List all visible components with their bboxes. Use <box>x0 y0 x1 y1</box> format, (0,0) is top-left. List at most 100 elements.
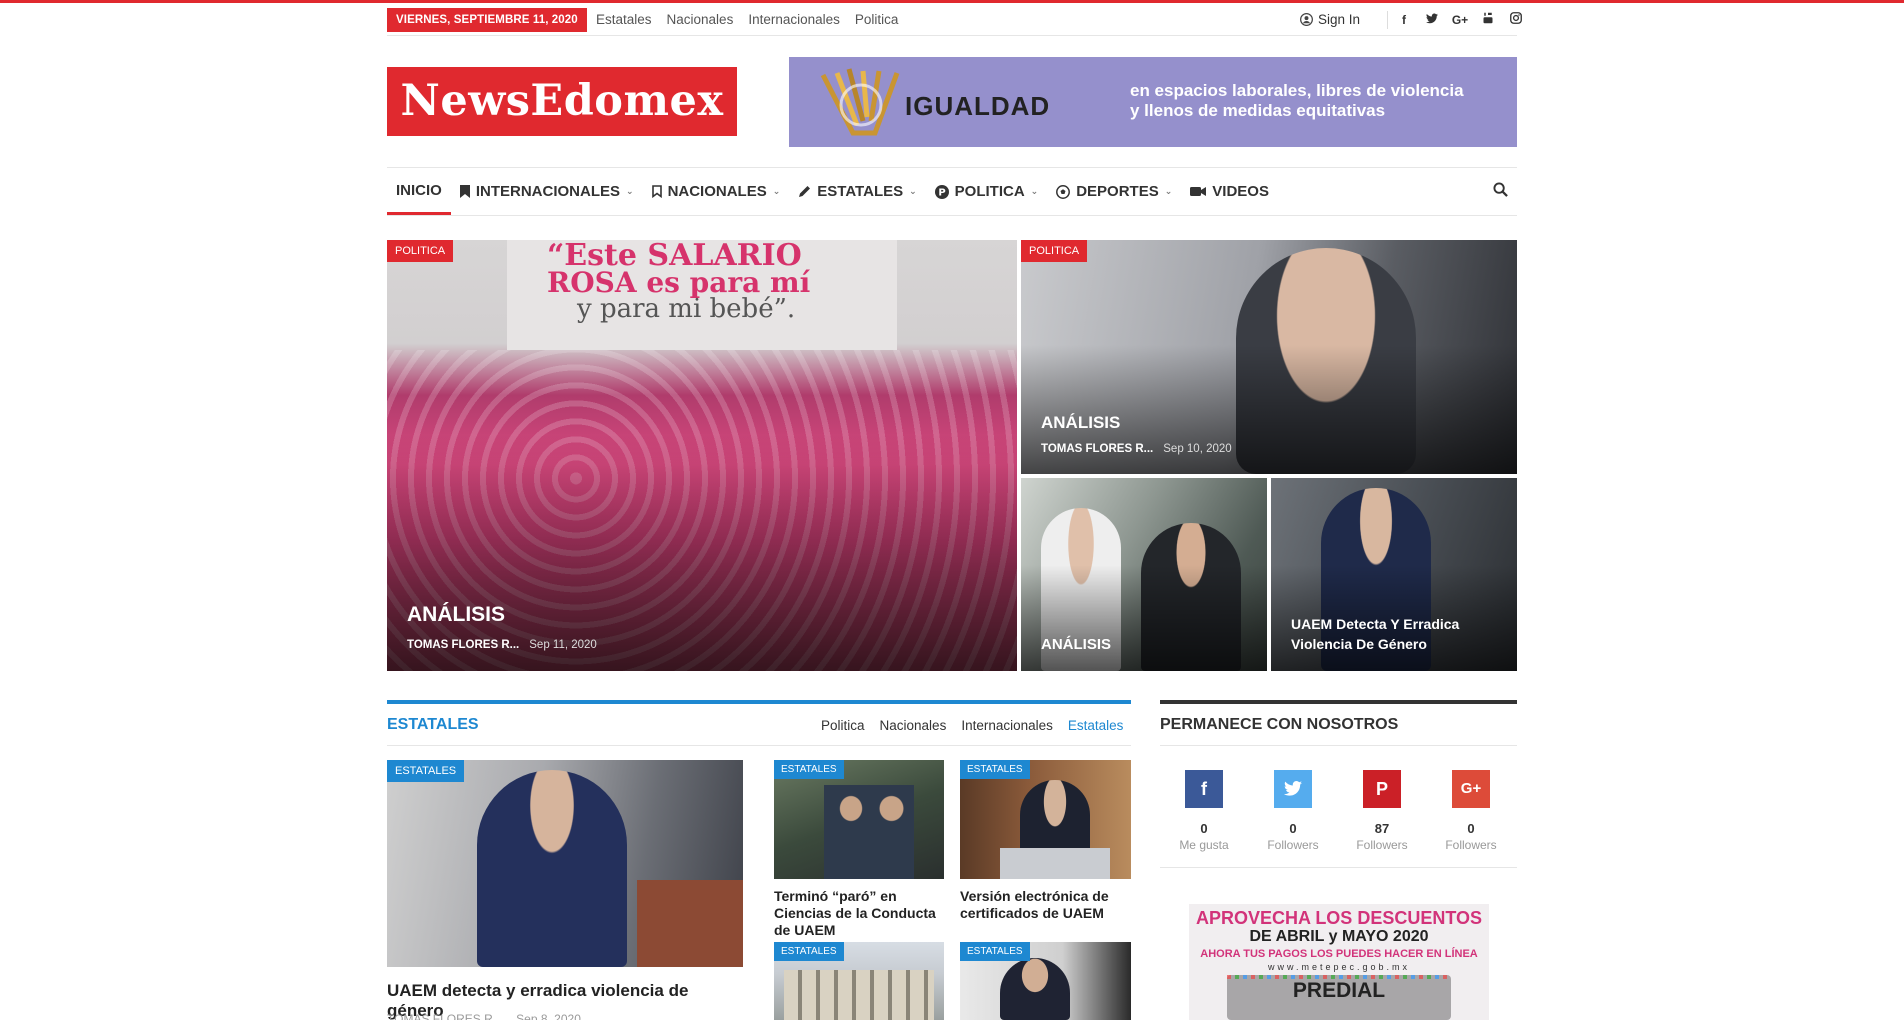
author[interactable]: TOMAS FLORES R... <box>387 1012 503 1020</box>
title-line-2: Violencia De Género <box>1291 636 1427 652</box>
bookmark-outline-icon <box>651 185 662 198</box>
chevron-down-icon: ⌄ <box>1030 186 1039 196</box>
nav-label: DEPORTES <box>1076 183 1159 200</box>
category-badge[interactable]: ESTATALES <box>387 760 465 782</box>
site-logo[interactable]: NewsEdomex <box>387 67 737 136</box>
category-badge[interactable]: ESTATALES <box>960 760 1030 779</box>
social-counter-pinterest[interactable]: P 87 Followers <box>1347 770 1417 852</box>
card-image-1[interactable]: ESTATALES <box>774 760 944 879</box>
category-badge[interactable]: POLITICA <box>387 240 454 262</box>
tab-estatales[interactable]: Estatales <box>1068 718 1124 733</box>
social-label: Followers <box>1445 838 1497 852</box>
building-photo <box>784 970 934 1020</box>
facebook-icon[interactable]: f <box>1390 11 1418 29</box>
section-tabs: Politica Nacionales Internacionales Esta… <box>821 718 1123 733</box>
campaign-sign: “Este SALARIO ROSA es para mí y para mi … <box>507 240 897 350</box>
nav-item-deportes[interactable]: DEPORTES ⌄ <box>1047 168 1181 215</box>
nav-item-inicio[interactable]: INICIO <box>387 168 451 215</box>
chevron-down-icon: ⌄ <box>909 186 917 196</box>
social-links: f G+ <box>1390 11 1530 29</box>
facebook-icon: f <box>1185 770 1223 808</box>
search-icon[interactable] <box>1493 182 1508 197</box>
card-image-3[interactable]: ESTATALES <box>774 942 944 1020</box>
hero-top-right-tile[interactable]: POLITICA ANÁLISIS TOMAS FLORES R... Sep 1… <box>1021 240 1517 474</box>
hero-main-title[interactable]: ANÁLISIS <box>407 603 505 627</box>
card-image-4[interactable]: ESTATALES <box>960 942 1131 1020</box>
social-counter-google-plus[interactable]: G+ 0 Followers <box>1436 770 1506 852</box>
title-line-1: UAEM Detecta Y Erradica <box>1291 616 1460 632</box>
nav-item-estatales[interactable]: ESTATALES ⌄ <box>789 168 925 215</box>
nav-item-internacionales[interactable]: INTERNACIONALES ⌄ <box>451 168 643 215</box>
category-badge[interactable]: ESTATALES <box>960 942 1030 961</box>
sign-in-label: Sign In <box>1318 12 1361 27</box>
igualdad-banner-ad[interactable]: IGUALDAD en espacios laborales, libres d… <box>789 57 1517 147</box>
bookmark-icon <box>459 185 470 198</box>
nav-item-nacionales[interactable]: NACIONALES ⌄ <box>643 168 790 215</box>
tab-internacionales[interactable]: Internacionales <box>961 718 1053 733</box>
nav-item-videos[interactable]: VIDEOS <box>1181 168 1278 215</box>
sign-in-link[interactable]: Sign In <box>1300 12 1360 27</box>
hero-main-tile[interactable]: “Este SALARIO ROSA es para mí y para mi … <box>387 240 1017 671</box>
post-date: Sep 10, 2020 <box>1163 443 1232 455</box>
social-count: 0 <box>1289 821 1297 836</box>
pinterest-icon: P <box>1363 770 1401 808</box>
date-badge: VIERNES, SEPTIEMBRE 11, 2020 <box>387 8 587 32</box>
social-counter-twitter[interactable]: 0 Followers <box>1258 770 1328 852</box>
category-badge[interactable]: ESTATALES <box>774 942 844 961</box>
speaker-photo <box>477 770 627 967</box>
nav-label: INTERNACIONALES <box>475 183 621 200</box>
main-nav: INICIO INTERNACIONALES ⌄ NACIONALES ⌄ ES… <box>387 167 1517 216</box>
card-image-2[interactable]: ESTATALES <box>960 760 1131 879</box>
section-divider <box>387 745 1131 746</box>
tab-politica[interactable]: Politica <box>821 718 865 733</box>
author[interactable]: TOMAS FLORES R... <box>1041 443 1153 455</box>
tab-nacionales[interactable]: Nacionales <box>880 718 947 733</box>
hero-bottom-right-title[interactable]: UAEM Detecta Y Erradica Violencia De Gén… <box>1291 614 1459 654</box>
top-link-internacionales[interactable]: Internacionales <box>748 12 840 27</box>
promo-line-3: AHORA TUS PAGOS LOS PUEDES HACER EN LÍNE… <box>1200 948 1478 960</box>
instagram-icon[interactable] <box>1502 11 1530 29</box>
google-plus-icon[interactable]: G+ <box>1446 11 1474 29</box>
banner-word: IGUALDAD <box>905 91 1051 121</box>
card-title-1[interactable]: Terminó “paró” en Ciencias de la Conduct… <box>774 888 949 939</box>
twitter-icon[interactable] <box>1418 11 1446 29</box>
nav-item-politica[interactable]: P POLITICA ⌄ <box>926 168 1048 215</box>
user-icon <box>1300 13 1313 26</box>
top-link-estatales[interactable]: Estatales <box>596 12 652 27</box>
politics-icon: P <box>934 184 949 199</box>
featured-meta: TOMAS FLORES R... Sep 8, 2020 <box>387 1012 581 1020</box>
featured-image[interactable]: ESTATALES <box>387 760 743 967</box>
sidebar-top-border <box>1160 700 1517 704</box>
predial-promo-ad[interactable]: APROVECHA LOS DESCUENTOS DE ABRIL y MAYO… <box>1189 904 1489 1020</box>
hero-top-right-title[interactable]: ANÁLISIS <box>1041 413 1120 433</box>
promo-line-1: APROVECHA LOS DESCUENTOS <box>1195 908 1483 928</box>
social-count: 0 <box>1467 821 1475 836</box>
hero-bottom-left-title[interactable]: ANÁLISIS <box>1041 636 1111 653</box>
hero-bottom-right-tile[interactable]: UAEM Detecta Y Erradica Violencia De Gén… <box>1271 478 1517 671</box>
social-counter-facebook[interactable]: f 0 Me gusta <box>1169 770 1239 852</box>
top-link-politica[interactable]: Politica <box>855 12 899 27</box>
podium <box>637 880 743 967</box>
section-title[interactable]: ESTATALES <box>387 716 479 734</box>
chevron-down-icon: ⌄ <box>1164 186 1173 196</box>
sign-line-3: y para mi bebé”. <box>577 294 796 324</box>
banner-text: en espacios laborales, libres de violenc… <box>1130 81 1464 121</box>
chevron-down-icon: ⌄ <box>626 186 634 196</box>
decorative-dots <box>1227 975 1451 979</box>
section-top-border <box>387 700 1131 704</box>
people-photo <box>824 785 914 879</box>
post-date: Sep 8, 2020 <box>516 1012 581 1020</box>
category-badge[interactable]: POLITICA <box>1021 240 1088 262</box>
top-links: Estatales Nacionales Internacionales Pol… <box>596 12 898 27</box>
image-shade <box>1021 564 1267 671</box>
banner-line-1: en espacios laborales, libres de violenc… <box>1130 81 1464 100</box>
hero-bottom-left-tile[interactable]: ANÁLISIS <box>1021 478 1267 671</box>
author[interactable]: TOMAS FLORES R... <box>407 639 519 651</box>
top-link-nacionales[interactable]: Nacionales <box>667 12 734 27</box>
video-call-photo <box>1000 958 1070 1020</box>
category-badge[interactable]: ESTATALES <box>774 760 844 779</box>
nav-label: VIDEOS <box>1212 183 1269 200</box>
card-title-2[interactable]: Versión electrónica de certificados de U… <box>960 888 1131 922</box>
social-label: Me gusta <box>1179 838 1229 852</box>
youtube-icon[interactable] <box>1474 11 1502 29</box>
